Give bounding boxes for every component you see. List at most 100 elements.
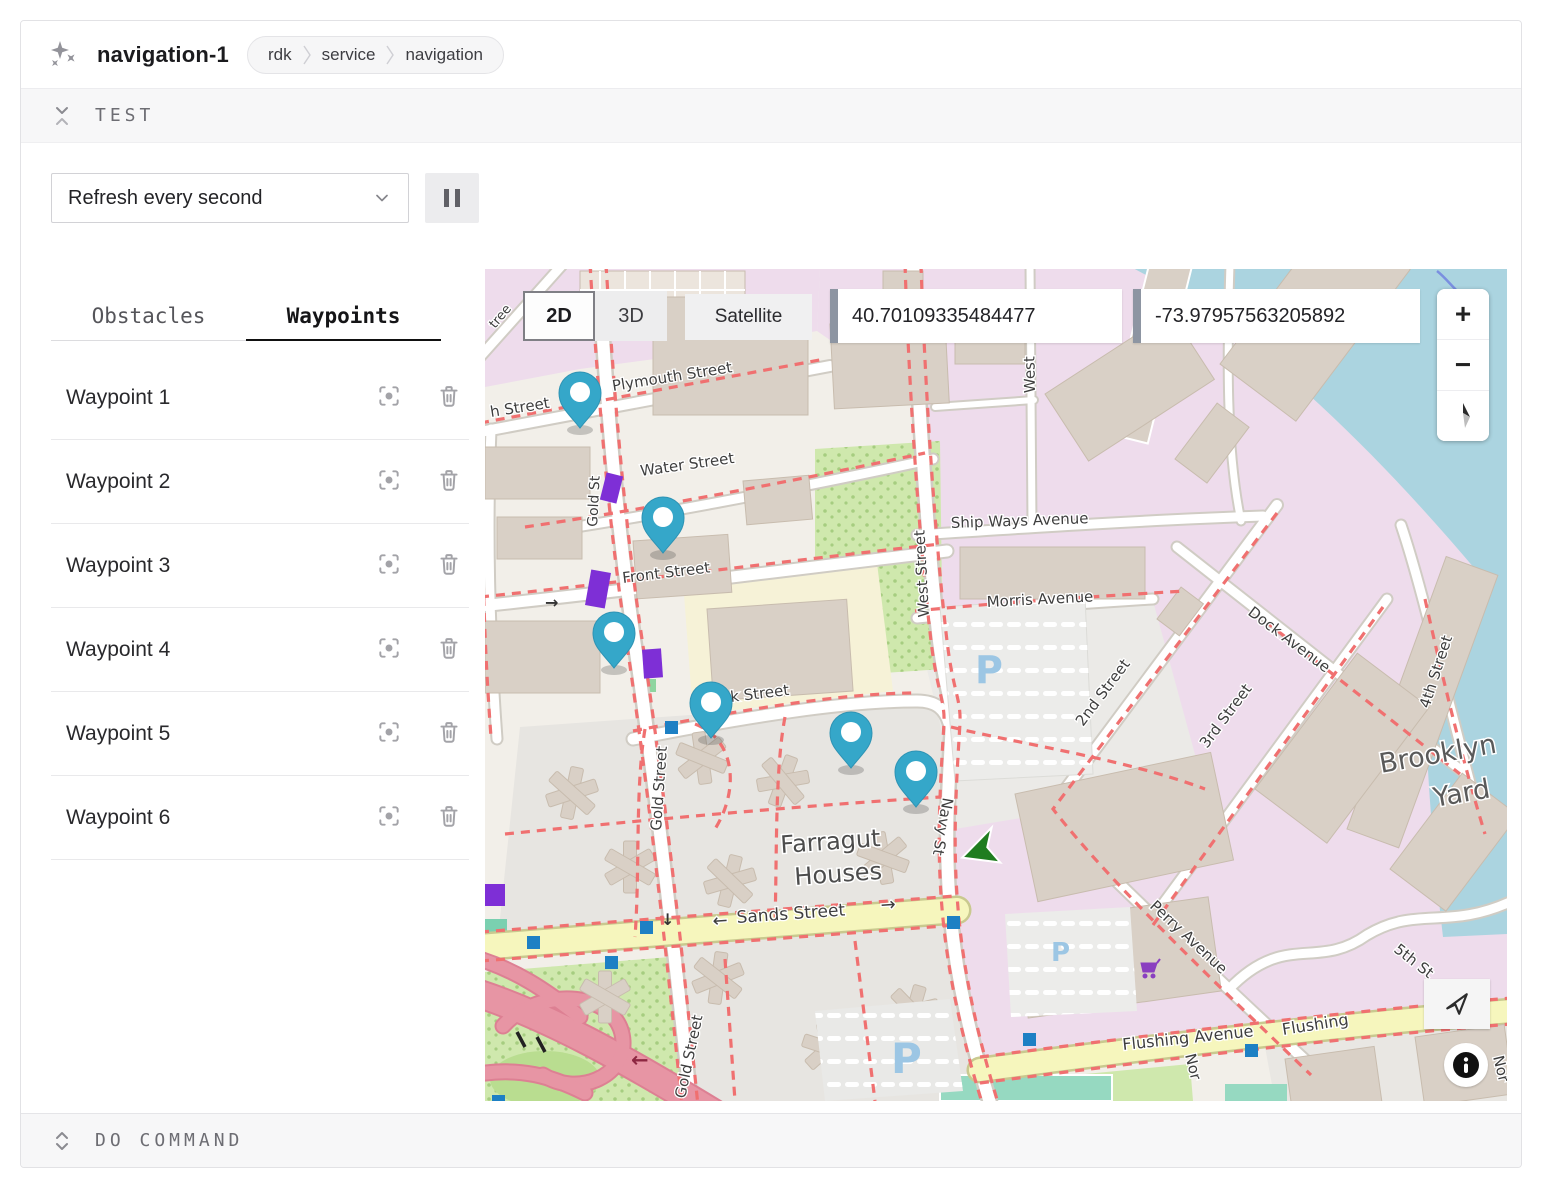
do-command-section-header[interactable]: DO COMMAND [21, 1113, 1521, 1167]
zoom-in-button[interactable]: + [1437, 289, 1489, 339]
map-basemap: Plymouth Streeth StreettreeWater StreetG… [485, 269, 1507, 1101]
sparkle-icon [49, 40, 79, 70]
delete-waypoint-button[interactable] [429, 378, 469, 418]
map-zoom-control: + − [1437, 289, 1489, 441]
breadcrumb-item: service [322, 45, 376, 65]
parking-label: P [1051, 938, 1070, 968]
delete-waypoint-button[interactable] [429, 462, 469, 502]
trash-icon [436, 551, 462, 580]
waypoint-name: Waypoint 3 [51, 554, 369, 578]
waypoint-name: Waypoint 5 [51, 722, 369, 746]
test-section-label: TEST [95, 105, 154, 126]
panel-tabs: Obstacles Waypoints [51, 291, 441, 341]
focus-icon [376, 551, 402, 580]
tab-waypoints[interactable]: Waypoints [246, 291, 441, 340]
traffic-signal-marker [605, 956, 618, 969]
delete-waypoint-button[interactable] [429, 546, 469, 586]
waypoint-row: Waypoint 1 [51, 356, 469, 440]
chevron-down-icon [372, 188, 392, 208]
do-command-section-label: DO COMMAND [95, 1130, 243, 1151]
delete-waypoint-button[interactable] [429, 714, 469, 754]
zoom-out-button[interactable]: − [1437, 339, 1489, 390]
refresh-rate-select[interactable]: Refresh every second [51, 173, 409, 223]
focus-waypoint-button[interactable] [369, 714, 409, 754]
map-attribution-button[interactable] [1444, 1043, 1488, 1087]
traffic-signal-marker [492, 1095, 505, 1101]
focus-waypoint-button[interactable] [369, 378, 409, 418]
refresh-rate-value: Refresh every second [68, 187, 263, 210]
tab-obstacles[interactable]: Obstacles [51, 291, 246, 340]
pause-refresh-button[interactable] [425, 173, 479, 223]
latitude-input[interactable] [838, 289, 1117, 343]
card-header: navigation-1 rdk service navigation [21, 21, 1521, 89]
compass-button[interactable] [1437, 390, 1489, 441]
traffic-signal-marker [527, 936, 540, 949]
breadcrumb-separator-icon [385, 44, 395, 66]
breadcrumb: rdk service navigation [247, 36, 504, 74]
breadcrumb-item: navigation [405, 45, 483, 65]
longitude-input[interactable] [1141, 289, 1420, 343]
street-direction-arrow: → [545, 593, 558, 612]
waypoint-name: Waypoint 4 [51, 638, 369, 662]
map-mode-2d-button[interactable]: 2D [523, 291, 595, 341]
map-label: ← [712, 910, 729, 932]
focus-icon [376, 803, 402, 832]
focus-icon [376, 383, 402, 412]
latitude-drag-handle[interactable] [830, 289, 838, 343]
waypoint-name: Waypoint 2 [51, 470, 369, 494]
map-label: → [880, 894, 897, 916]
map-mode-3d-button[interactable]: 3D [595, 291, 667, 341]
longitude-field-wrap [1133, 289, 1420, 343]
waypoint-name: Waypoint 1 [51, 386, 369, 410]
breadcrumb-item: rdk [268, 45, 292, 65]
focus-icon [376, 635, 402, 664]
street-direction-arrow: ↓ [661, 910, 674, 929]
test-section-header[interactable]: TEST [21, 89, 1521, 143]
map-label: West [1020, 356, 1039, 393]
focus-waypoint-button[interactable] [369, 630, 409, 670]
traffic-signal-marker [665, 721, 678, 734]
compass-icon [1451, 401, 1475, 431]
parking-label: P [891, 1034, 922, 1083]
map-canvas[interactable]: Plymouth Streeth StreettreeWater StreetG… [485, 269, 1507, 1101]
focus-waypoint-button[interactable] [369, 462, 409, 502]
navigation-arrow-icon [1444, 991, 1470, 1017]
traffic-signal-marker [640, 921, 653, 934]
obstacle-marker[interactable] [642, 648, 663, 678]
waypoint-row: Waypoint 3 [51, 524, 469, 608]
trash-icon [436, 467, 462, 496]
focus-icon [376, 719, 402, 748]
traffic-signal-marker [947, 916, 960, 929]
map-satellite-button[interactable]: Satellite [685, 294, 812, 340]
pause-icon [444, 189, 460, 207]
focus-waypoint-button[interactable] [369, 546, 409, 586]
waypoint-list: Waypoint 1 Waypoint 2 Waypoint 3 Waypoint 4… [51, 356, 469, 860]
traffic-signal-marker [1023, 1033, 1036, 1046]
obstacle-marker[interactable] [485, 884, 505, 906]
trash-icon [436, 719, 462, 748]
waypoint-row: Waypoint 4 [51, 608, 469, 692]
map-label: Gold St [585, 475, 604, 527]
longitude-drag-handle[interactable] [1133, 289, 1141, 343]
focus-waypoint-button[interactable] [369, 798, 409, 838]
street-direction-arrow: ← [631, 1048, 649, 1072]
parking-label: P [975, 648, 1003, 692]
info-icon [1451, 1050, 1481, 1080]
focus-icon [376, 467, 402, 496]
delete-waypoint-button[interactable] [429, 630, 469, 670]
locate-robot-button[interactable] [1424, 979, 1490, 1029]
breadcrumb-separator-icon [302, 44, 312, 66]
delete-waypoint-button[interactable] [429, 798, 469, 838]
waypoint-row: Waypoint 6 [51, 776, 469, 860]
waypoint-name: Waypoint 6 [51, 806, 369, 830]
trash-icon [436, 635, 462, 664]
traffic-signal-marker [1245, 1044, 1258, 1057]
navigation-card: navigation-1 rdk service navigation TEST… [20, 20, 1522, 1168]
waypoint-row: Waypoint 2 [51, 440, 469, 524]
trash-icon [436, 803, 462, 832]
latitude-field-wrap [830, 289, 1122, 343]
page-title: navigation-1 [97, 42, 229, 68]
trash-icon [436, 383, 462, 412]
collapse-icon [51, 106, 73, 126]
expand-icon [51, 1131, 73, 1151]
